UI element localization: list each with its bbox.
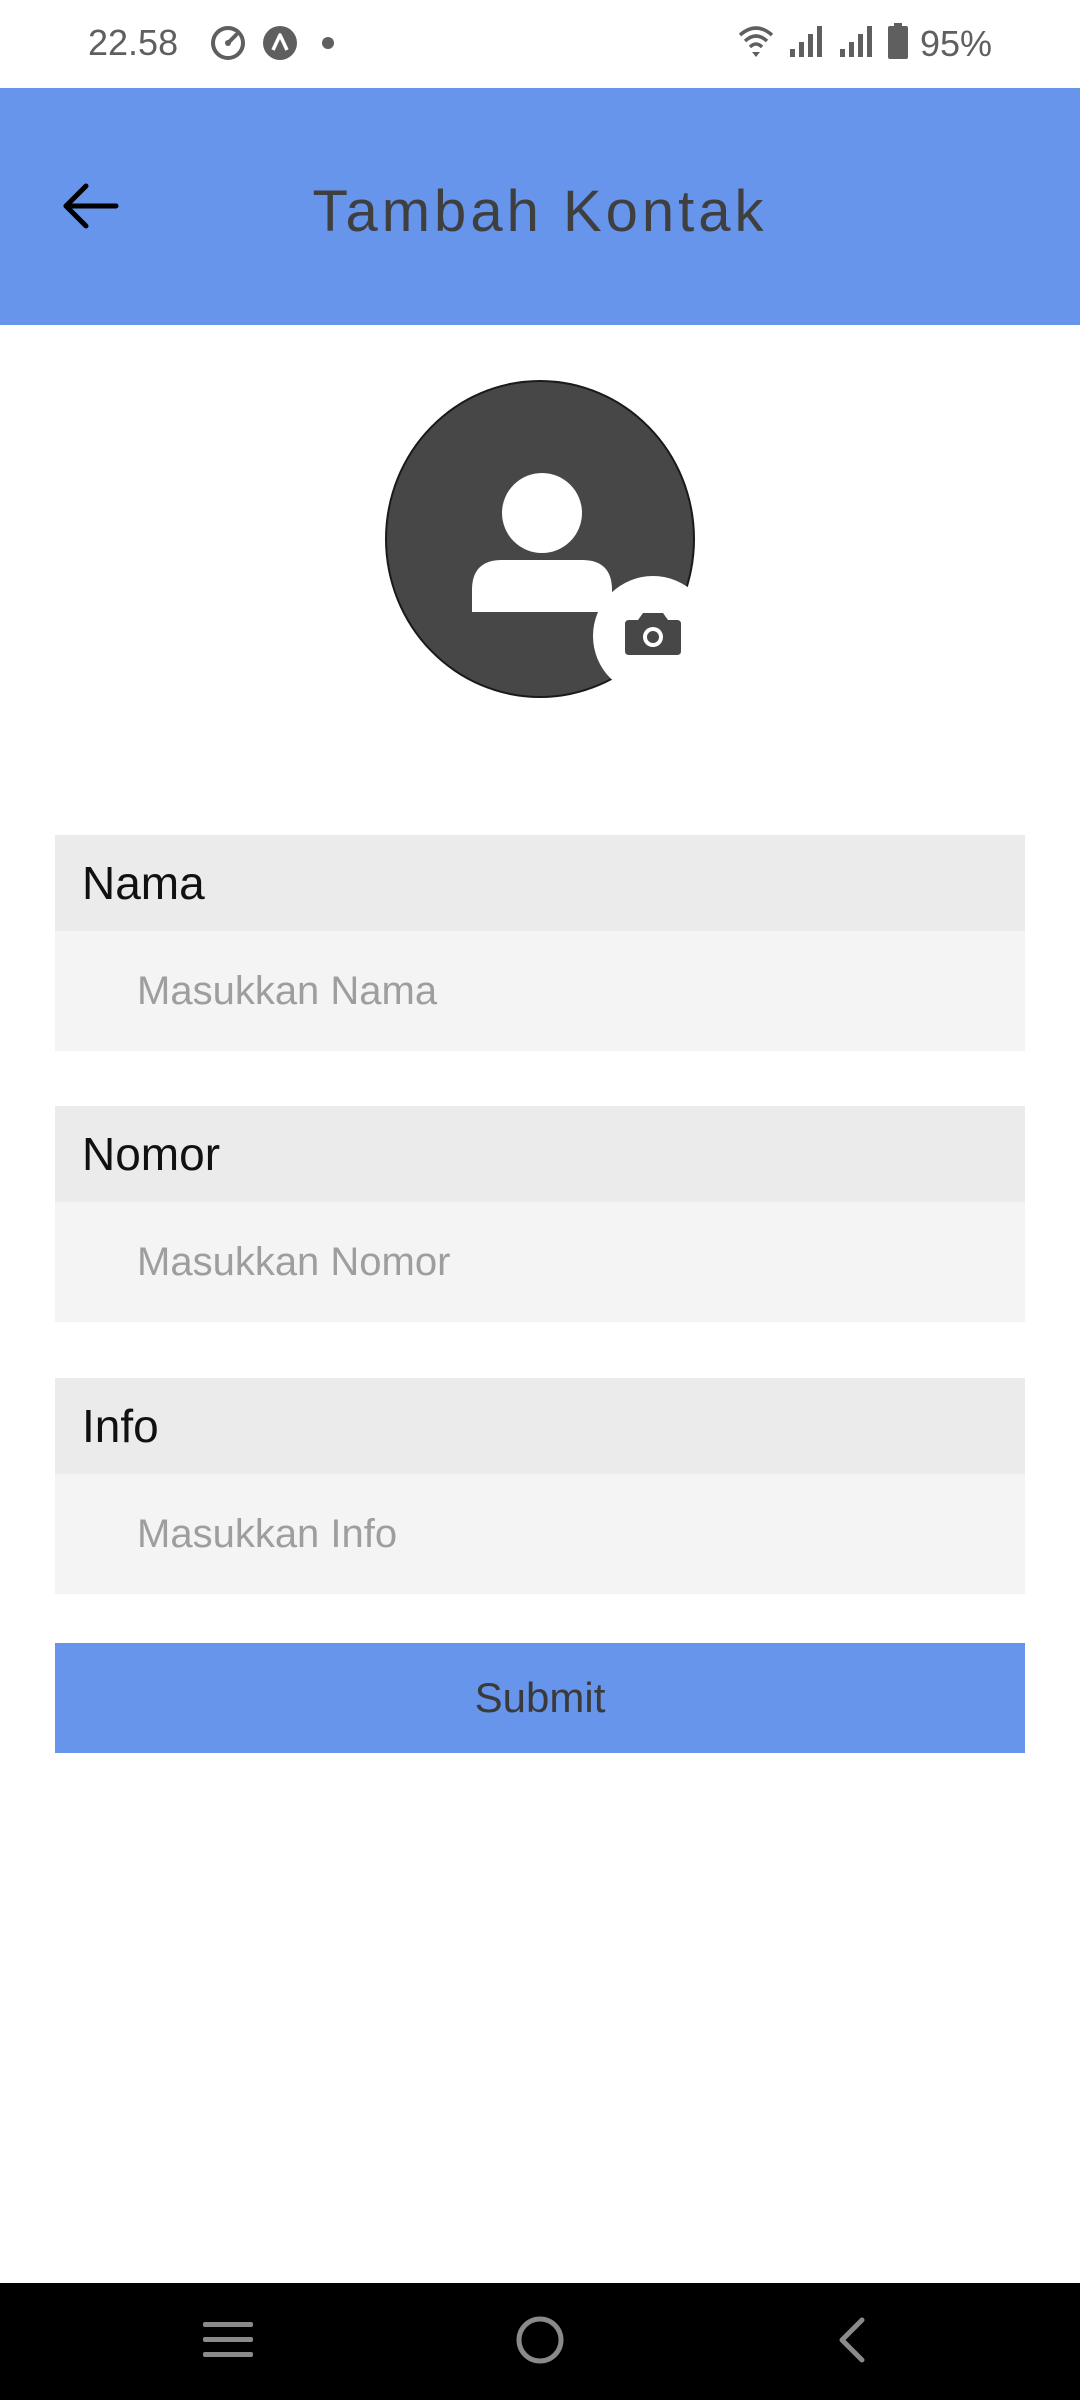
app-bar: Tambah Kontak [0, 88, 1080, 325]
info-input[interactable] [55, 1474, 1025, 1594]
info-field-group: Info [55, 1378, 1025, 1594]
page-title: Tambah Kontak [312, 179, 768, 244]
dot-icon [314, 25, 342, 66]
person-icon [472, 472, 612, 617]
name-input[interactable] [55, 931, 1025, 1051]
name-label: Nama [55, 835, 1025, 931]
status-bar: 22.58 95% [0, 0, 1080, 88]
speedometer-icon [210, 25, 246, 66]
camera-icon [623, 611, 683, 662]
status-system-icons: 95% [736, 22, 992, 65]
recent-apps-button[interactable] [192, 2309, 264, 2375]
nav-back-button[interactable] [816, 2309, 888, 2375]
signal-icon [786, 23, 826, 64]
home-button[interactable] [504, 2309, 576, 2375]
battery-icon [886, 22, 910, 65]
name-field-group: Nama [55, 835, 1025, 1051]
info-label: Info [55, 1378, 1025, 1474]
number-label: Nomor [55, 1106, 1025, 1202]
wifi-icon [736, 23, 776, 64]
number-input[interactable] [55, 1202, 1025, 1322]
battery-percentage: 95% [919, 22, 992, 64]
menu-icon [201, 2318, 255, 2367]
back-icon [832, 2314, 872, 2371]
submit-button[interactable]: Submit [55, 1643, 1025, 1753]
camera-button[interactable] [593, 576, 713, 696]
system-nav-bar [0, 2283, 1080, 2400]
home-icon [514, 2314, 566, 2371]
a-circle-icon [262, 25, 298, 66]
status-notification-icons [210, 25, 342, 66]
signal-icon [836, 23, 876, 64]
status-time: 22.58 [88, 22, 179, 63]
number-field-group: Nomor [55, 1106, 1025, 1322]
avatar-picker [385, 380, 713, 698]
